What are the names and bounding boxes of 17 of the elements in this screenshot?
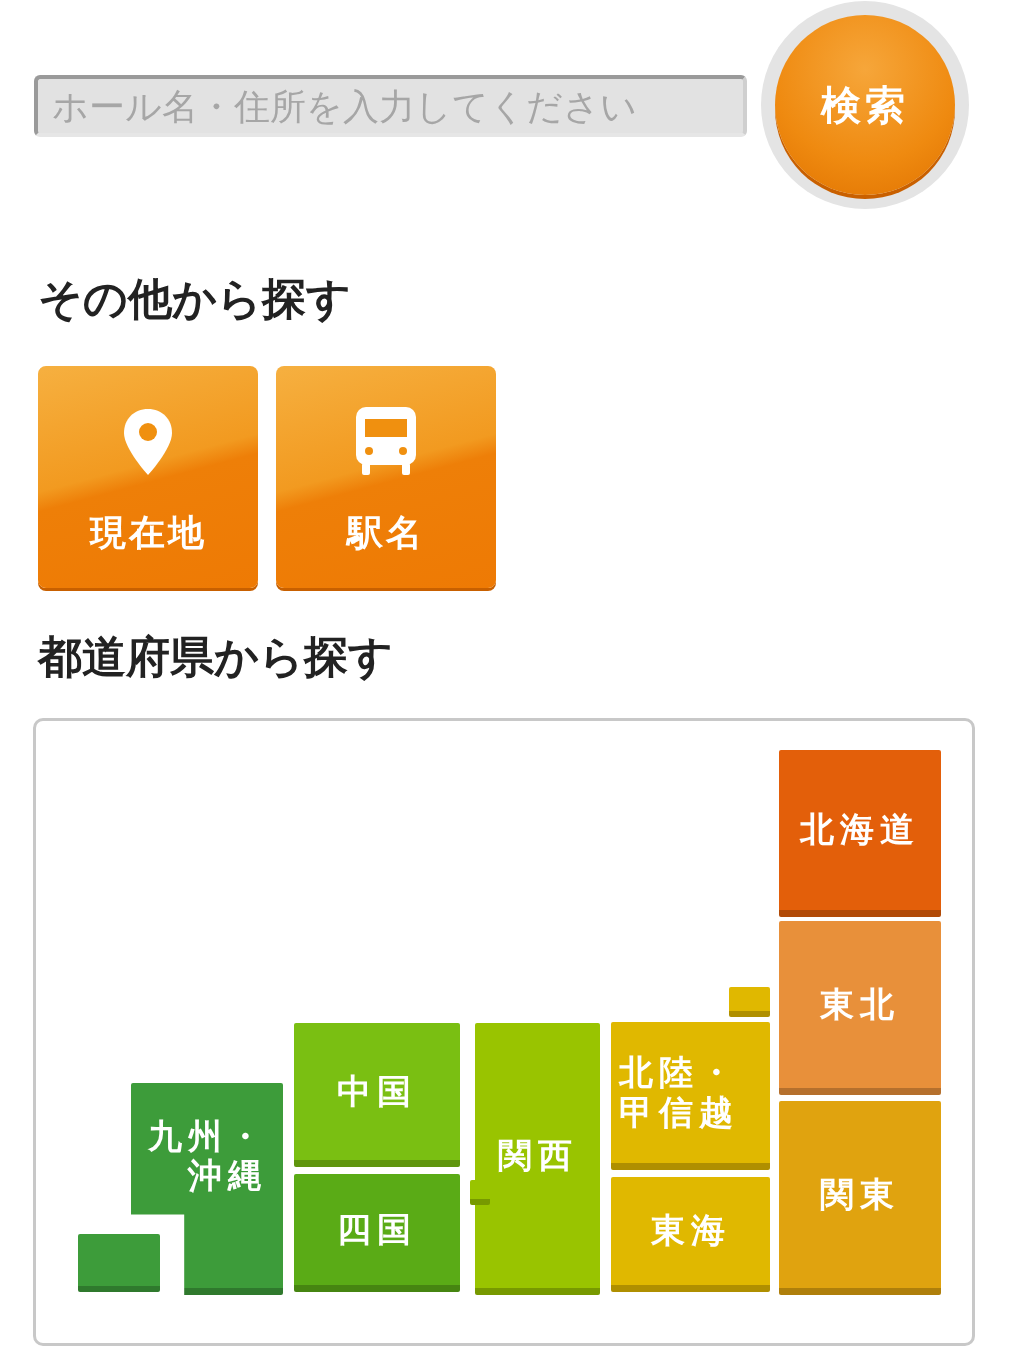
station-name-button[interactable]: 駅名: [276, 366, 496, 588]
section-heading: 都道府県から探す: [38, 630, 394, 684]
search-field[interactable]: ホール名・住所を入力してください: [34, 75, 747, 137]
section-heading: その他から探す: [38, 272, 352, 326]
region-button[interactable]: 中国: [294, 1023, 460, 1167]
bus-icon: [354, 405, 418, 477]
region-button[interactable]: 四国: [294, 1174, 460, 1292]
region-button[interactable]: 東北: [779, 921, 941, 1095]
island-shape: [729, 987, 770, 1017]
region-button[interactable]: 北海道: [779, 750, 941, 917]
location-pin-icon: [122, 407, 174, 477]
region-button[interactable]: 東海: [611, 1177, 770, 1292]
region-button[interactable]: 関西: [475, 1023, 600, 1295]
region-button[interactable]: 関東: [779, 1101, 941, 1295]
region-button[interactable]: 北陸・甲信越: [611, 1022, 770, 1170]
current-location-button[interactable]: 現在地: [38, 366, 258, 588]
region-button[interactable]: 九州・沖縄: [131, 1083, 283, 1295]
